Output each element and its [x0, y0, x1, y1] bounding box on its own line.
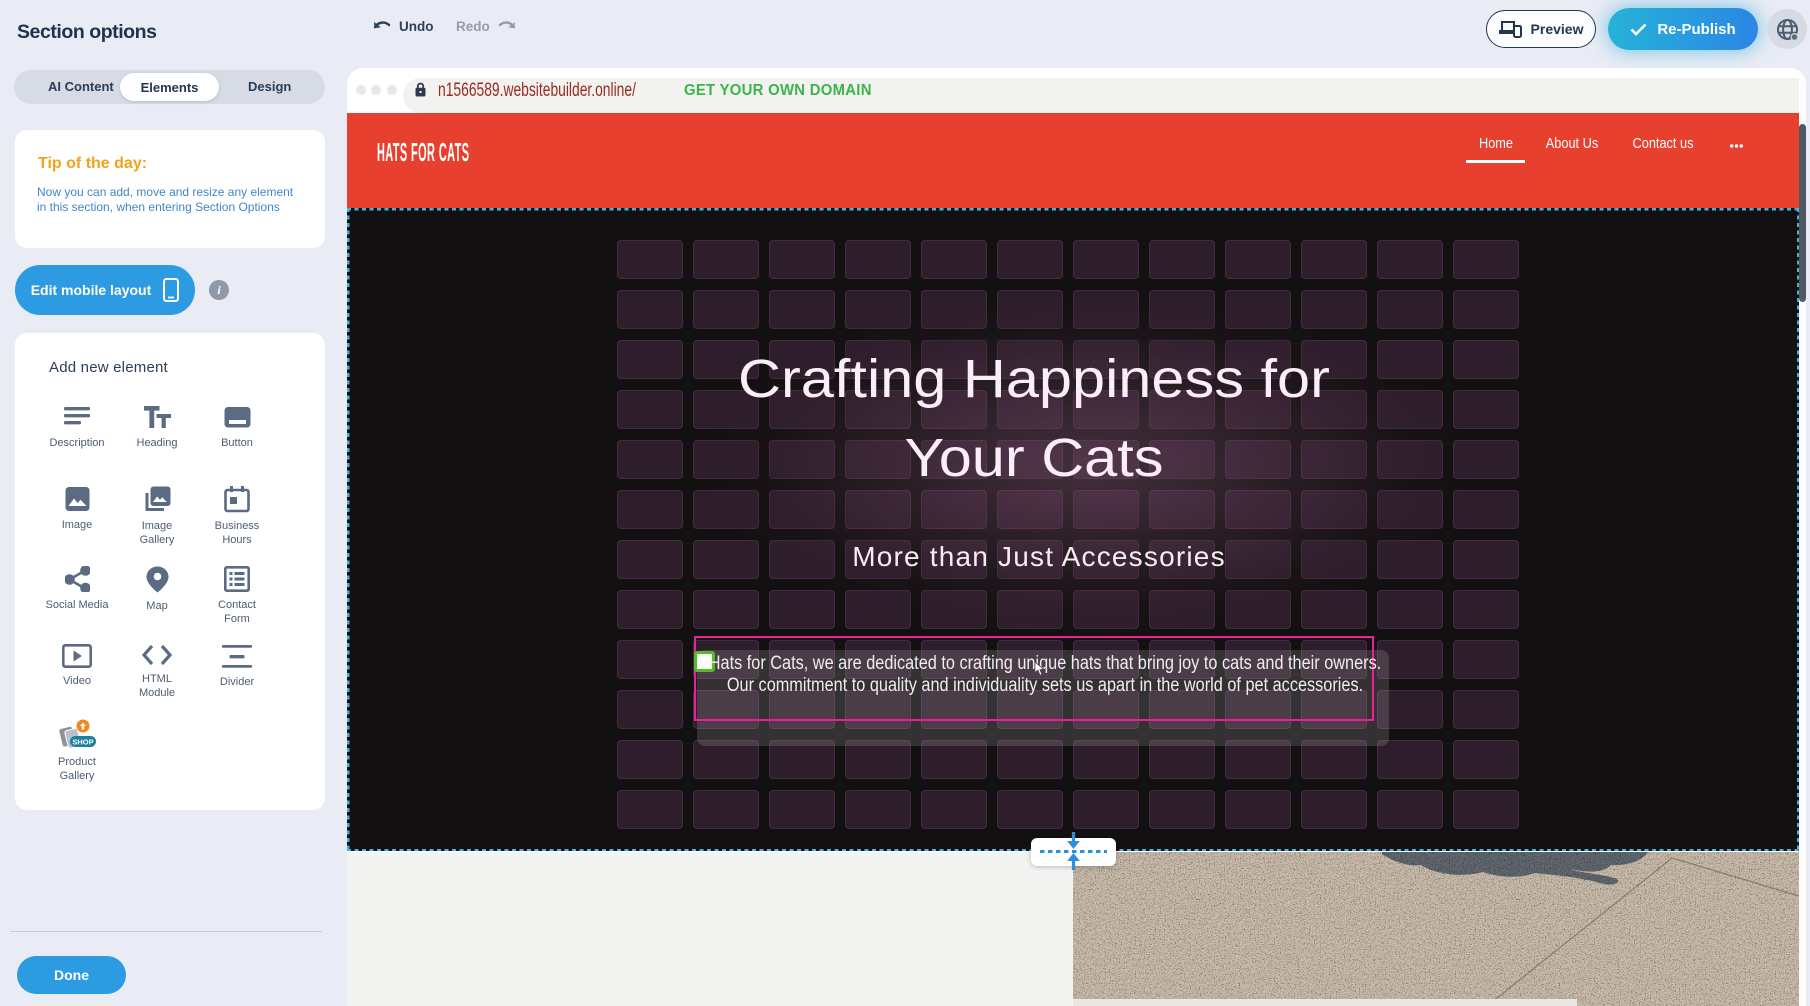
svg-text:SHOP: SHOP	[72, 738, 93, 747]
